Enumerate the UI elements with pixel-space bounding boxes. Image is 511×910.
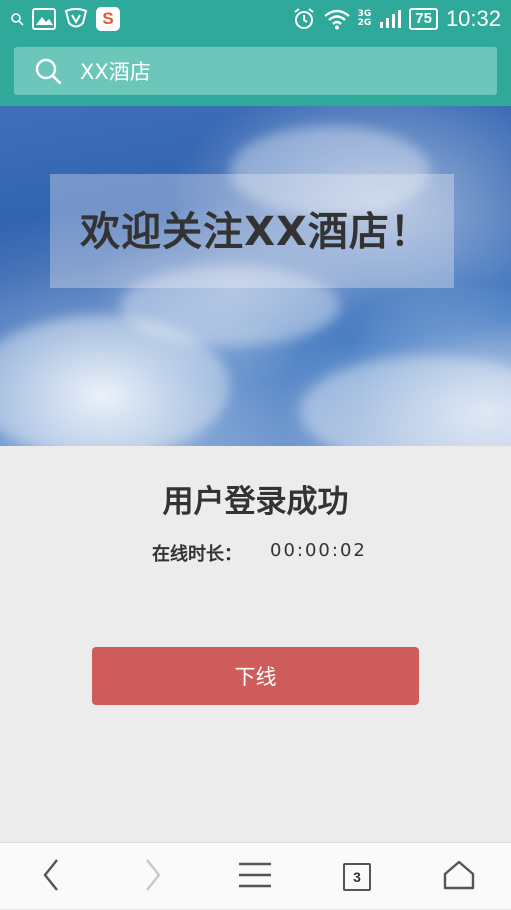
online-duration-value: 00:00:02 — [270, 540, 367, 561]
network-type: 3G 2G — [358, 10, 372, 28]
address-text[interactable]: XX酒店 — [80, 56, 151, 86]
status-time: 10:32 — [445, 6, 501, 31]
banner-image: 欢迎关注XX酒店！ — [0, 106, 511, 446]
home-button[interactable] — [419, 843, 499, 910]
online-duration-row: 在线时长： 00:00:02 — [152, 540, 367, 566]
gallery-icon — [32, 8, 56, 30]
online-duration-label: 在线时长： — [152, 544, 242, 565]
network-bottom: 2G — [357, 18, 372, 28]
forward-button[interactable] — [113, 843, 193, 910]
forward-icon — [143, 858, 163, 896]
sogou-app-icon: S — [96, 7, 120, 31]
home-icon — [443, 860, 475, 894]
alarm-icon — [292, 7, 316, 31]
wifi-icon — [323, 8, 350, 30]
address-bar-container: XX酒店 — [0, 38, 511, 106]
search-icon — [10, 12, 24, 26]
menu-button[interactable] — [215, 843, 295, 910]
back-button[interactable] — [11, 843, 91, 910]
shield-icon — [64, 8, 88, 30]
back-icon — [41, 858, 61, 896]
menu-icon — [238, 862, 272, 892]
browser-bottom-bar: 3 — [0, 842, 511, 909]
signal-icon — [379, 8, 402, 30]
tabs-icon: 3 — [343, 862, 371, 891]
address-bar[interactable]: XX酒店 — [14, 47, 497, 95]
search-icon — [34, 57, 62, 85]
main-content: 用户登录成功 在线时长： 00:00:02 下线 — [0, 446, 511, 842]
logout-button[interactable]: 下线 — [92, 647, 419, 705]
banner-title: 欢迎关注XX酒店！ — [80, 209, 431, 255]
login-success-title: 用户登录成功 — [162, 484, 349, 520]
status-bar: S 3G 2G 75 10:32 — [0, 0, 511, 38]
tabs-button[interactable]: 3 — [317, 843, 397, 910]
battery-icon: 75 — [409, 8, 438, 30]
